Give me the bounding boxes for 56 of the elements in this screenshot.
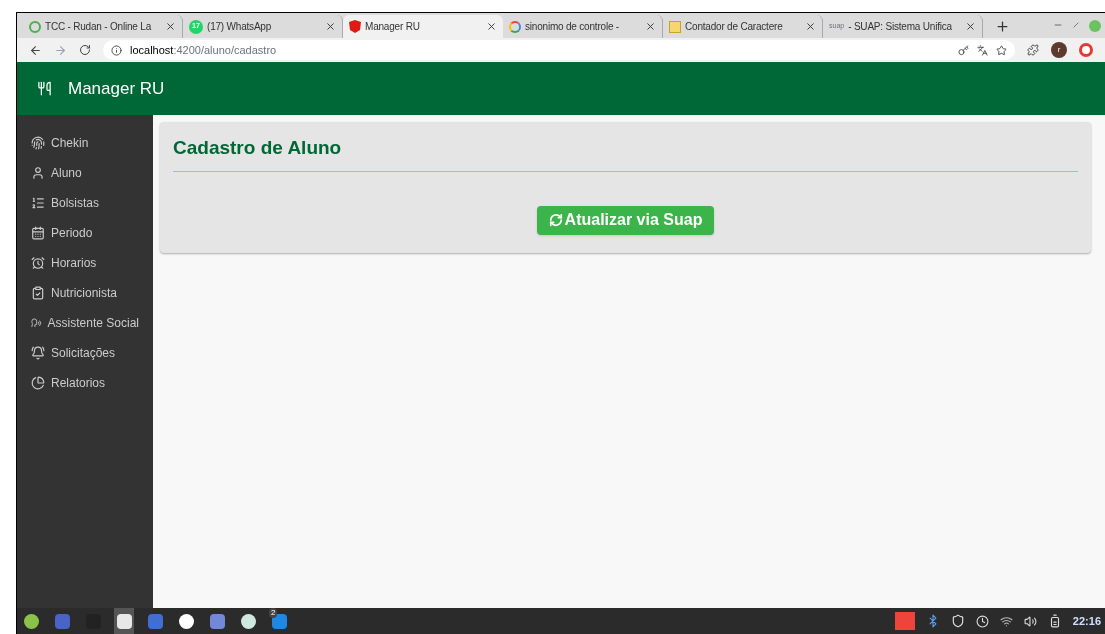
sidebar-item[interactable]: Solicitações <box>31 338 139 368</box>
extensions-icon[interactable] <box>1027 44 1039 56</box>
sidebar-item[interactable]: Aluno <box>31 158 139 188</box>
app-title: Manager RU <box>68 77 165 100</box>
sidebar-item-icon <box>31 196 45 210</box>
volume-icon[interactable] <box>1023 614 1037 628</box>
taskbar-app[interactable] <box>114 608 134 634</box>
clock-text: 22:16 <box>1072 613 1101 629</box>
badge: 2 <box>269 608 278 618</box>
reload-icon[interactable] <box>79 44 91 56</box>
close-icon[interactable] <box>165 21 176 32</box>
info-icon <box>111 44 122 56</box>
tab-title: Manager RU <box>365 20 421 34</box>
sidebar-item-icon <box>31 256 45 270</box>
close-icon[interactable] <box>486 21 497 32</box>
sidebar-item[interactable]: Chekin <box>31 128 139 158</box>
key-icon[interactable] <box>958 44 969 56</box>
sidebar-item-icon <box>31 286 45 300</box>
browser-tab[interactable]: Manager RU <box>343 15 503 38</box>
taskbar-app[interactable]: 2 <box>269 608 289 634</box>
address-bar[interactable]: localhost:4200/aluno/cadastro <box>103 40 1015 60</box>
shield-icon[interactable] <box>950 614 965 628</box>
sidebar-item-icon <box>31 166 45 180</box>
tab-title: - SUAP: Sistema Unifica <box>848 20 953 34</box>
star-icon[interactable] <box>996 44 1007 56</box>
chat-icon <box>209 613 225 629</box>
tab-title: (17) WhatsApp <box>207 20 273 34</box>
sidebar-item-icon <box>31 376 45 390</box>
back-icon[interactable] <box>29 43 42 57</box>
sidebar-item[interactable]: Relatorios <box>31 368 139 398</box>
profile-avatar[interactable]: r <box>1051 42 1067 58</box>
refresh-icon <box>548 213 563 227</box>
sidebar-item-icon <box>31 316 42 330</box>
close-icon[interactable] <box>805 21 816 32</box>
utensils-icon <box>37 81 52 96</box>
close-icon[interactable] <box>965 21 976 32</box>
sidebar-item-icon <box>31 226 45 240</box>
sidebar-item[interactable]: Periodo <box>31 218 139 248</box>
sidebar-item[interactable]: Nutricionista <box>31 278 139 308</box>
clock-icon[interactable] <box>975 614 989 628</box>
close-icon[interactable] <box>325 21 336 32</box>
shield-icon <box>349 20 361 33</box>
tab-title: sinonimo de controle - <box>525 20 620 34</box>
tab-title: TCC - Rudan - Online La <box>45 20 153 34</box>
sidebar-item[interactable]: Bolsistas <box>31 188 139 218</box>
card-title: Cadastro de Aluno <box>173 134 1078 172</box>
sidebar-item[interactable]: Assistente Social <box>31 308 139 338</box>
new-tab-icon[interactable] <box>995 19 1010 34</box>
url-text: localhost:4200/aluno/cadastro <box>130 42 277 58</box>
wifi-icon[interactable] <box>999 614 1013 628</box>
sidebar-item-icon <box>31 136 45 150</box>
close-icon[interactable] <box>645 21 656 32</box>
translate-icon[interactable] <box>977 44 988 56</box>
tab-title: Contador de Caractere <box>685 20 784 34</box>
sidebar-item[interactable]: Horarios <box>31 248 139 278</box>
sidebar-item-icon <box>31 346 45 360</box>
